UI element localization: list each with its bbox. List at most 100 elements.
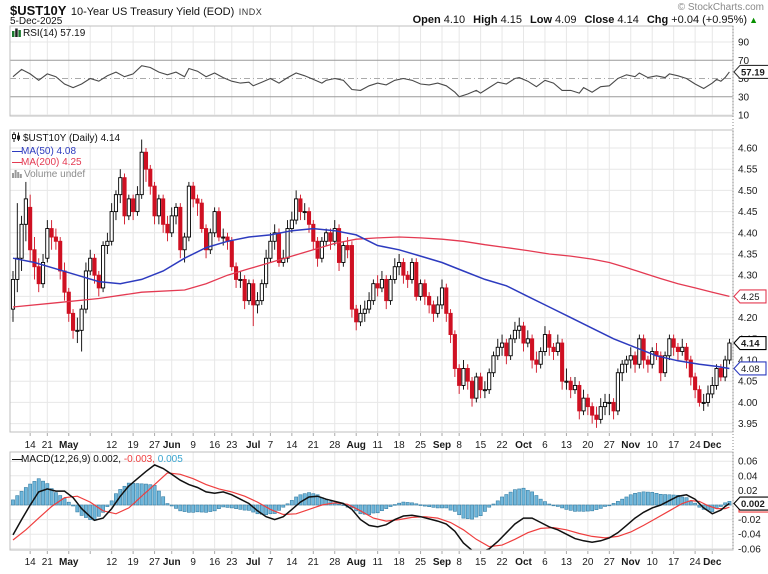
high-label: High — [473, 14, 497, 26]
svg-text:23: 23 — [226, 557, 238, 568]
chart-plot-svg: 90705030104.604.554.504.454.404.354.304.… — [0, 0, 768, 574]
svg-text:20: 20 — [582, 440, 594, 451]
svg-text:19: 19 — [128, 557, 140, 568]
rsi-legend: RSI(14) 57.19 — [12, 28, 85, 41]
svg-text:25: 25 — [415, 440, 427, 451]
svg-text:Aug: Aug — [346, 557, 365, 568]
close-label: Close — [584, 14, 614, 26]
svg-text:18: 18 — [394, 557, 406, 568]
ma50-legend-label: MA(50) 4.08 — [21, 146, 76, 157]
volume-bars-icon — [12, 169, 22, 182]
svg-text:90: 90 — [738, 38, 750, 49]
candlestick-icon — [12, 132, 21, 146]
svg-text:Dec: Dec — [703, 557, 722, 568]
svg-text:4.55: 4.55 — [738, 165, 758, 176]
svg-text:22: 22 — [496, 557, 508, 568]
macd-legend-prefix: MACD(12,26,9) — [21, 454, 90, 465]
svg-text:11: 11 — [372, 557, 383, 568]
svg-text:13: 13 — [561, 440, 573, 451]
volume-legend-label: Volume undef — [24, 169, 85, 180]
svg-text:0.002: 0.002 — [741, 499, 765, 510]
svg-text:21: 21 — [42, 557, 54, 568]
ma200-line-icon: — — [12, 157, 21, 168]
signal-value: -0.003, — [124, 454, 155, 465]
chg-label: Chg — [647, 14, 668, 26]
low-label: Low — [530, 14, 552, 26]
svg-text:-0.04: -0.04 — [738, 530, 761, 541]
open-value: 4.10 — [444, 14, 465, 26]
svg-text:25: 25 — [415, 557, 427, 568]
svg-text:Sep: Sep — [433, 440, 451, 451]
svg-text:27: 27 — [149, 440, 161, 451]
svg-text:Jun: Jun — [163, 440, 181, 451]
svg-text:57.19: 57.19 — [741, 67, 765, 78]
svg-text:0.04: 0.04 — [738, 471, 758, 482]
svg-text:4.45: 4.45 — [738, 207, 758, 218]
svg-text:9: 9 — [190, 440, 196, 451]
svg-text:-0.06: -0.06 — [738, 544, 761, 555]
svg-text:4.14: 4.14 — [741, 339, 760, 350]
svg-text:19: 19 — [128, 440, 140, 451]
svg-text:4.20: 4.20 — [738, 313, 758, 324]
svg-text:Oct: Oct — [515, 440, 532, 451]
low-value: 4.09 — [555, 14, 576, 26]
up-triangle-icon: ▲ — [749, 15, 758, 25]
svg-text:8: 8 — [456, 440, 462, 451]
svg-text:14: 14 — [25, 440, 37, 451]
hist-value: 0.005 — [158, 454, 183, 465]
svg-text:Nov: Nov — [621, 440, 640, 451]
svg-text:21: 21 — [308, 557, 320, 568]
svg-text:24: 24 — [690, 440, 702, 451]
svg-text:May: May — [59, 440, 79, 451]
svg-text:14: 14 — [286, 557, 298, 568]
svg-text:4.08: 4.08 — [741, 364, 760, 375]
svg-text:May: May — [59, 557, 79, 568]
svg-text:27: 27 — [604, 440, 616, 451]
svg-text:9: 9 — [190, 557, 196, 568]
svg-text:17: 17 — [668, 440, 680, 451]
svg-text:7: 7 — [268, 440, 274, 451]
svg-text:4.00: 4.00 — [738, 398, 758, 409]
svg-text:8: 8 — [456, 557, 462, 568]
svg-text:11: 11 — [372, 440, 383, 451]
macd-line-icon: — — [12, 454, 21, 465]
svg-text:7: 7 — [268, 557, 274, 568]
svg-text:22: 22 — [496, 440, 508, 451]
svg-text:4.30: 4.30 — [738, 271, 758, 282]
svg-text:20: 20 — [582, 557, 594, 568]
svg-text:18: 18 — [394, 440, 406, 451]
svg-text:4.05: 4.05 — [738, 377, 758, 388]
svg-text:Dec: Dec — [703, 440, 722, 451]
svg-text:4.60: 4.60 — [738, 144, 758, 155]
high-value: 4.15 — [501, 14, 522, 26]
svg-text:12: 12 — [106, 557, 118, 568]
axis-callouts: 57.19 4.25 4.14 4.08 0.002 — [734, 65, 768, 512]
macd-legend: —MACD(12,26,9) 0.002, -0.003, 0.005 — [12, 454, 183, 466]
rsi-chart-icon — [12, 28, 21, 41]
macd-value: 0.002, — [93, 454, 121, 465]
svg-text:28: 28 — [329, 440, 341, 451]
svg-text:4.25: 4.25 — [741, 292, 760, 303]
page-title: 10-Year US Treasury Yield (EOD) — [71, 6, 234, 18]
svg-text:23: 23 — [226, 440, 238, 451]
svg-text:3.95: 3.95 — [738, 419, 758, 430]
svg-text:17: 17 — [668, 557, 680, 568]
chart-date: 5-Dec-2025 — [10, 16, 62, 27]
stockcharts-chart: 90705030104.604.554.504.454.404.354.304.… — [0, 0, 768, 574]
svg-text:-0.02: -0.02 — [738, 515, 761, 526]
svg-text:15: 15 — [475, 440, 487, 451]
svg-text:12: 12 — [106, 440, 118, 451]
svg-text:0.02: 0.02 — [738, 486, 758, 497]
chg-value: +0.04 (+0.95%) — [671, 14, 747, 26]
quote-summary: Open4.10High4.15Low4.09Close4.14Chg+0.04… — [413, 14, 758, 26]
svg-text:6: 6 — [542, 557, 548, 568]
stockcharts-credit-link[interactable]: © StockCharts.com — [678, 2, 764, 13]
ma50-line-icon: — — [12, 146, 21, 157]
svg-text:15: 15 — [475, 557, 487, 568]
svg-text:14: 14 — [286, 440, 298, 451]
svg-text:21: 21 — [42, 440, 54, 451]
macd-lines — [13, 465, 729, 553]
open-label: Open — [413, 14, 441, 26]
svg-text:14: 14 — [25, 557, 37, 568]
svg-text:13: 13 — [561, 557, 573, 568]
